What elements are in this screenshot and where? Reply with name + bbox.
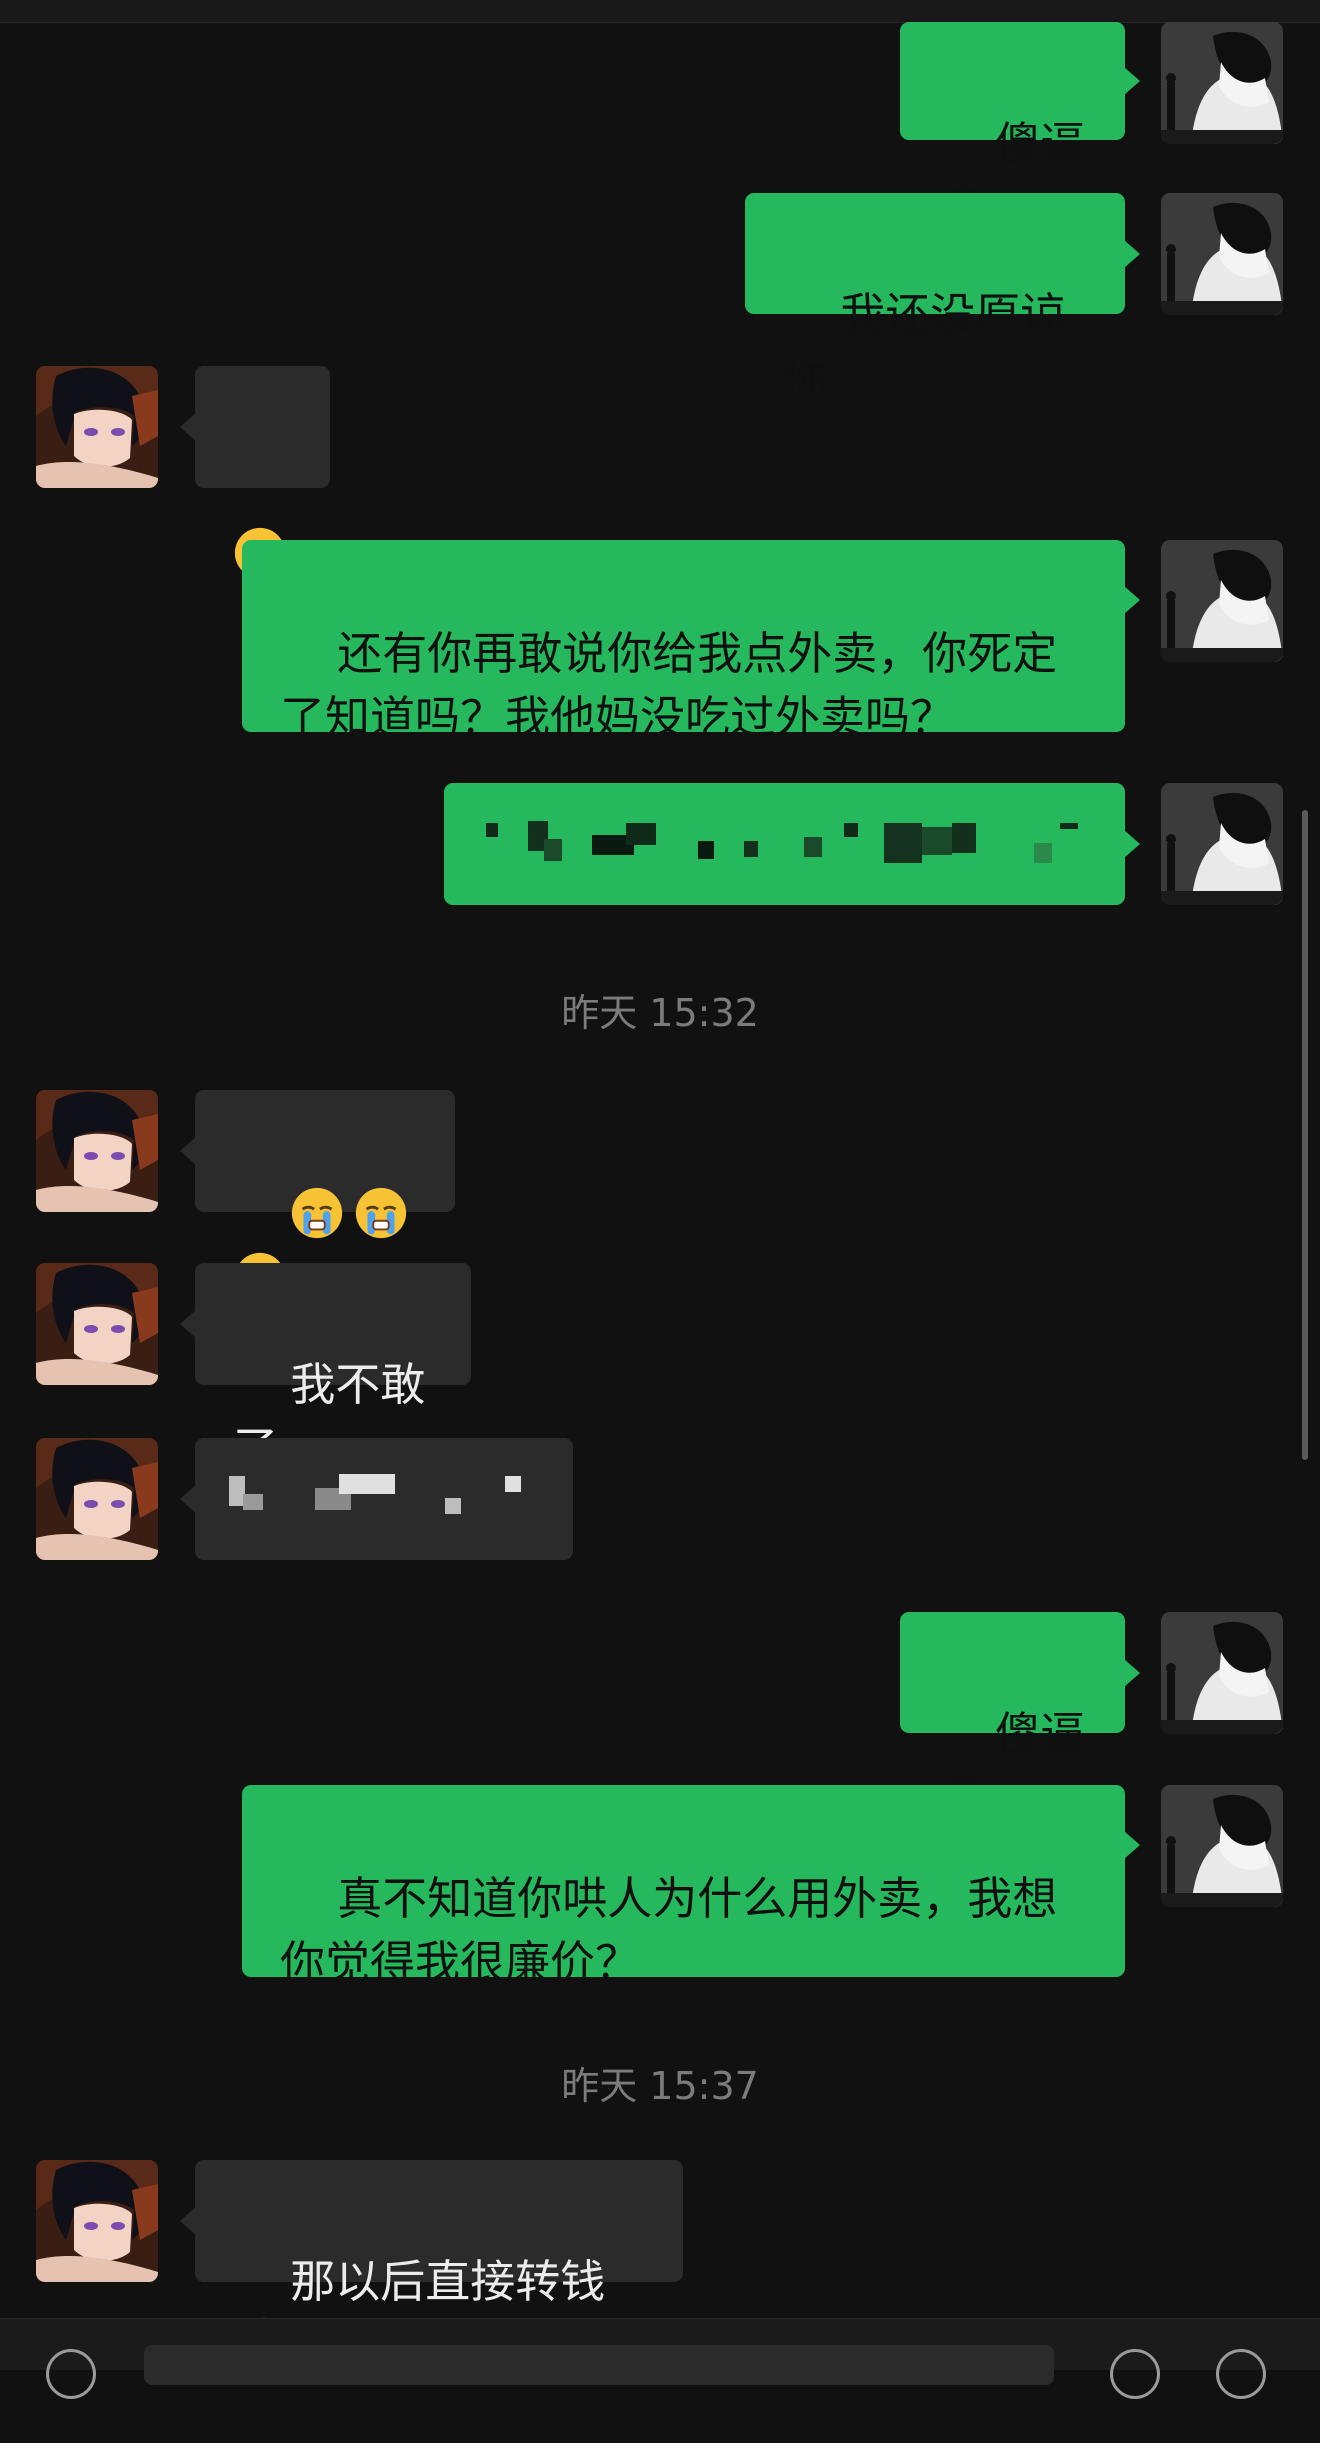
message-bubble-received[interactable]	[180, 1090, 455, 1304]
avatar-contact[interactable]	[36, 1090, 158, 1212]
avatar-contact[interactable]	[36, 1438, 158, 1560]
message-text: 我还没原谅你	[783, 288, 1066, 405]
avatar-contact[interactable]	[36, 2160, 158, 2282]
message-input[interactable]	[144, 2345, 1054, 2385]
avatar-self[interactable]	[1161, 22, 1283, 144]
avatar-contact[interactable]	[36, 366, 158, 488]
avatar-self[interactable]	[1161, 540, 1283, 662]
message-bubble-sent[interactable]: 我还没原谅你	[745, 193, 1140, 405]
add-icon[interactable]	[1216, 2349, 1266, 2399]
emoji-icon[interactable]	[1110, 2349, 1160, 2399]
avatar-self[interactable]	[1161, 783, 1283, 905]
message-bubble-sent-redacted[interactable]	[444, 783, 1140, 905]
avatar-self[interactable]	[1161, 1785, 1283, 1907]
avatar-self[interactable]	[1161, 193, 1283, 315]
avatar-contact[interactable]	[36, 1263, 158, 1385]
input-bar	[0, 2318, 1320, 2399]
crying-face-emoji	[292, 1187, 343, 1239]
message-bubble-received[interactable]: 我不敢了	[180, 1263, 471, 1475]
chat-list[interactable]: 傻逼滚 我还没原谅你	[0, 0, 1320, 2369]
message-bubble-sent[interactable]: 傻逼滚	[900, 22, 1140, 234]
timestamp: 昨天 15:37	[561, 2064, 759, 2108]
message-bubble-received[interactable]	[180, 366, 330, 579]
scrollbar[interactable]	[1302, 810, 1308, 1460]
message-text: 真不知道你哄人为什么用外卖，我想你觉得我很廉价？	[280, 1872, 1058, 1989]
redaction-mosaic	[195, 1438, 573, 1560]
crying-face-emoji	[356, 1187, 407, 1239]
redaction-mosaic	[444, 783, 1125, 905]
voice-icon[interactable]	[46, 2349, 96, 2399]
message-bubble-received[interactable]: 那以后直接转钱	[180, 2160, 683, 2369]
message-bubble-sent[interactable]: 真不知道你哄人为什么用外卖，我想你觉得我很廉价？	[242, 1785, 1140, 1989]
timestamp: 昨天 15:32	[561, 991, 759, 1035]
message-bubble-sent[interactable]: 傻逼滚	[900, 1612, 1140, 1824]
message-text: 还有你再敢说你给我点外卖，你死定了知道吗？我他妈没吃过外卖吗？	[280, 627, 1058, 744]
message-bubble-sent[interactable]: 还有你再敢说你给我点外卖，你死定了知道吗？我他妈没吃过外卖吗？	[242, 540, 1140, 744]
avatar-self[interactable]	[1161, 1612, 1283, 1734]
message-bubble-received-redacted[interactable]	[180, 1438, 573, 1560]
message-text: 那以后直接转钱	[290, 2255, 606, 2308]
